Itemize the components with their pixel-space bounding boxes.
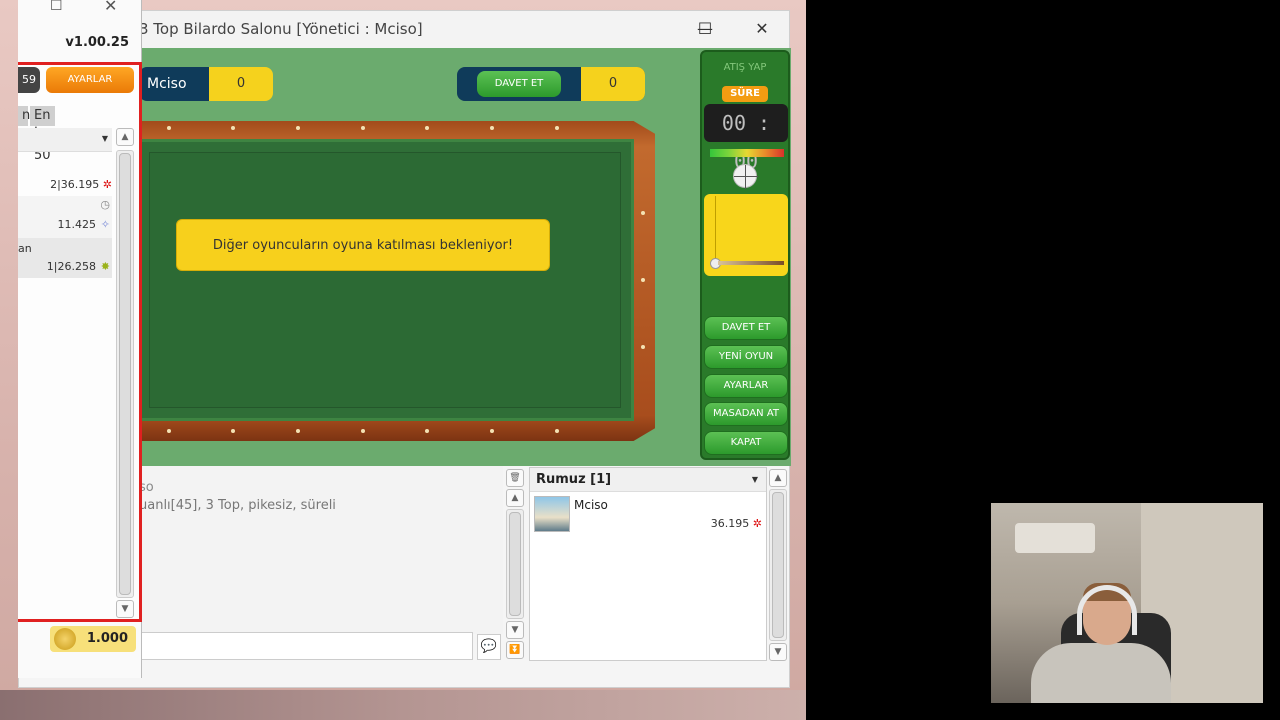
chevron-down-icon[interactable]: ▼ [752,468,758,492]
kick-from-table-button[interactable]: MASADAN AT [704,402,788,426]
scroll-down-icon[interactable]: ▼ [116,600,134,618]
invite-side-button[interactable]: DAVET ET [704,316,788,340]
settings-button[interactable]: AYARLAR [46,67,134,93]
close-table-button[interactable]: KAPAT [704,431,788,455]
rank-badge-icon: ✲ [752,517,762,530]
rail-diamond [641,278,645,282]
rail-diamond [361,429,365,433]
players-header-label: Rumuz [1] [536,472,612,487]
rail-diamond [641,345,645,349]
desktop-taskbar-area [0,690,806,720]
lobby-scroll-thumb[interactable] [119,153,131,595]
chat-input[interactable] [139,632,473,660]
rail-diamond [167,429,171,433]
version-label: v1.00.25 [65,35,129,50]
list-item-value: 11.425 [57,218,97,231]
sun-icon: ✸ [100,260,110,273]
waiting-message: Diğer oyuncuların oyuna katılması beklen… [176,219,550,271]
maximize-button[interactable]: ☐ [693,17,717,41]
new-game-button[interactable]: YENİ OYUN [704,345,788,369]
count-badge[interactable]: 59 [18,67,40,93]
close-button[interactable]: ✕ [104,0,117,15]
rail-diamond [555,429,559,433]
star-icon: ✧ [100,218,110,231]
rank-badge-icon: ✲ [102,178,112,191]
player-scorebox: Mciso 0 [139,67,273,101]
list-item[interactable]: an 1|26.258 ✸ [18,238,112,278]
webcam-person-body [1031,643,1171,703]
send-message-icon[interactable]: 💬 [477,634,501,660]
rail-diamond [425,429,429,433]
time-label: SÜRE [722,86,768,102]
avatar [534,496,570,532]
players-scroll-thumb[interactable] [772,492,784,638]
chat-scrollbar[interactable] [506,509,524,619]
window-title: 3 Top Bilardo Salonu [Yönetici : Mciso] [139,20,423,38]
cue-aim-box[interactable] [704,194,788,276]
rail-diamond [231,429,235,433]
scroll-end-icon[interactable]: ⏬ [506,641,524,659]
settings-side-button[interactable]: AYARLAR [704,374,788,398]
players-scrollbar[interactable] [769,489,787,641]
power-bar [710,149,784,157]
scroll-up-icon[interactable]: ▲ [116,128,134,146]
coin-balance-value: 1.000 [86,631,128,646]
list-item[interactable]: ◷ 11.425 ✧ [18,196,112,238]
trash-icon[interactable]: 🗑 [506,469,524,487]
list-item-name: an [18,242,32,255]
rail-diamond [425,126,429,130]
player-list-name[interactable]: Mciso [574,498,608,512]
rail-diamond [555,126,559,130]
shot-timer: 00 : 00 [704,104,788,173]
lobby-title-bar: ☐ ✕ [18,0,142,20]
rail-diamond [490,126,494,130]
coin-balance: 1.000 [50,626,136,652]
rail-diamond [296,126,300,130]
lobby-dropdown[interactable]: ▼ [18,128,112,152]
aim-line [715,196,716,258]
cue-stick-icon [718,261,784,265]
list-item-value: 1|26.258 [46,260,96,273]
chevron-down-icon[interactable]: ▼ [102,134,108,143]
rail-diamond [296,429,300,433]
players-list: Rumuz [1] ▼ Mciso 36.195 ✲ [529,467,767,661]
rail-diamond [490,429,494,433]
cue-ball-spin-icon[interactable] [733,164,758,189]
player-list-score-value: 36.195 [710,517,750,530]
invite-button[interactable]: DAVET ET [477,71,561,97]
opponent-score: 0 [581,67,645,101]
scroll-down-icon[interactable]: ▼ [506,621,524,639]
player-score: 0 [209,67,273,101]
close-button[interactable]: ✕ [750,17,774,41]
control-side-panel: ATIŞ YAP SÜRE 00 : 00 DAVET ET YENİ OYUN… [700,50,790,460]
scroll-up-icon[interactable]: ▲ [506,489,524,507]
maximize-button[interactable]: ☐ [50,0,63,14]
rail-diamond [231,126,235,130]
clock-icon: ◷ [100,198,110,211]
billiard-table-play-area[interactable] [149,152,621,408]
player-name: Mciso [139,67,209,101]
coins-icon [54,628,76,650]
webcam-air-conditioner [1015,523,1095,553]
opponent-scorebox: DAVET ET 0 [457,67,645,101]
players-list-header[interactable]: Rumuz [1] ▼ [530,468,766,492]
player-list-score: 36.195 ✲ [711,517,762,530]
scroll-down-icon[interactable]: ▼ [769,643,787,661]
lobby-window: ☐ ✕ v1.00.25 59 AYARLAR n En İyi 50 ▼ 2|… [18,0,142,678]
list-item[interactable]: 2|36.195 ✲ [18,178,112,191]
chat-line: uanlı[45], 3 Top, pikesiz, süreli [139,498,336,513]
tab-top-50[interactable]: En İyi 50 [30,106,55,163]
tab-partial[interactable]: n [18,106,30,126]
rail-diamond [361,126,365,130]
scroll-up-icon[interactable]: ▲ [769,469,787,487]
lobby-scrollbar[interactable] [116,150,134,598]
webcam-overlay [991,503,1263,703]
shoot-label: ATIŞ YAP [723,62,767,73]
list-item-value: 2|36.195 [50,178,100,191]
rail-diamond [167,126,171,130]
rail-diamond [641,211,645,215]
chat-scroll-thumb[interactable] [509,512,521,616]
